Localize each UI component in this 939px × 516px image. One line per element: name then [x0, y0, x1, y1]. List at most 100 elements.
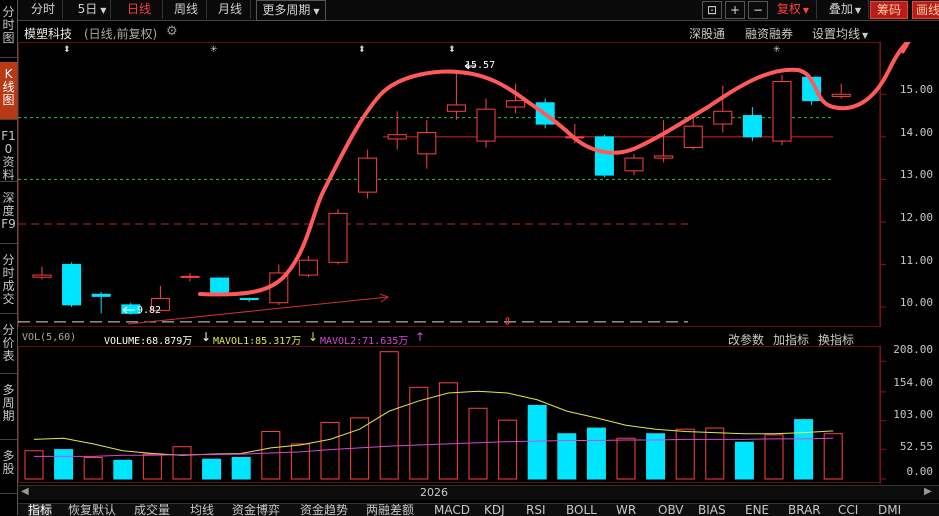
link-sgt[interactable]: 深股通 — [689, 25, 725, 42]
fuquan-dropdown[interactable]: 复权 ▼ — [770, 0, 817, 19]
set-ma-label: 设置均线 — [812, 27, 861, 41]
candle-body — [713, 110, 733, 125]
candlestick — [358, 149, 378, 199]
indicator-tab[interactable]: DMI — [878, 504, 901, 516]
period-button-5day[interactable]: 5日 ▼ — [74, 0, 111, 19]
fullscreen-icon[interactable]: ⊡ — [702, 1, 722, 19]
indicator-tab[interactable]: 资金趋势 — [300, 504, 348, 516]
x-axis-year: 2026 — [420, 486, 448, 499]
indicator-tab[interactable]: 均线 — [190, 504, 214, 516]
indicator-tab[interactable]: OBV — [658, 504, 684, 516]
price-panel-frame — [18, 42, 881, 327]
indicator-tab[interactable]: BIAS — [698, 504, 726, 516]
sidebar-tab[interactable]: 多股 — [0, 444, 17, 494]
indicator-tab[interactable]: CCI — [838, 504, 858, 516]
volume-bar — [290, 443, 310, 480]
indicator-tab[interactable]: MACD — [434, 504, 470, 516]
time-scrollbar[interactable]: ◀ 2026 ▶ — [18, 485, 939, 500]
arrow-down-icon: ↓ — [308, 330, 319, 344]
period-label: 5日 — [77, 2, 98, 16]
sidebar-tab[interactable]: 深度F9 — [0, 186, 17, 244]
volume-tick: 103.00 — [893, 408, 933, 421]
chevron-down-icon: ▼ — [862, 31, 869, 40]
period-button-fenshi[interactable]: 分时 — [24, 0, 63, 19]
price-tick: 13.00 — [899, 168, 933, 181]
candle-body — [446, 104, 466, 112]
draw-line-button[interactable]: 画线 — [912, 1, 939, 19]
settings-gear-icon[interactable]: ⚙ — [166, 24, 178, 39]
indicator-tab[interactable]: 指标 — [28, 504, 53, 516]
volume-tick: 52.55 — [899, 440, 933, 453]
candle-body — [624, 157, 644, 172]
volume-indicator-title: VOL(5,60) — [22, 332, 77, 343]
volume-bar — [54, 449, 74, 480]
volume-chart[interactable] — [18, 346, 939, 484]
zoom-out-icon[interactable]: − — [748, 1, 768, 19]
volume-bar — [646, 433, 666, 480]
candle-body — [180, 275, 200, 278]
period-button-weekly[interactable]: 周线 — [166, 0, 207, 19]
indicator-tab[interactable]: RSI — [526, 504, 546, 516]
indicator-tab[interactable]: BOLL — [566, 504, 597, 516]
more-periods-label: 更多周期 — [262, 3, 311, 17]
price-tick: 14.00 — [899, 126, 933, 139]
candlestick — [624, 153, 644, 176]
volume-header: VOL(5,60) VOLUME:68.879万 ↓ MAVOL1:85.317… — [18, 328, 880, 348]
low-price-label: 9.82 — [137, 305, 162, 316]
volume-bar — [705, 427, 725, 480]
candlestick — [417, 119, 437, 169]
link-set-ma[interactable]: 设置均线 ▼ — [812, 25, 868, 42]
link-rzrq[interactable]: 融资融券 — [745, 25, 793, 42]
event-marker-icon: ✳ — [210, 45, 218, 55]
volume-bar — [823, 433, 843, 480]
price-axis: 15.00 14.00 13.00 12.00 11.00 10.00 — [880, 42, 939, 327]
price-chart[interactable]: ⬍ ✳ ⬍ ⬍ ✳ ⇕ — [18, 42, 939, 327]
chevron-down-icon: ▼ — [100, 6, 107, 15]
sidebar-tab[interactable]: 分价表 — [0, 318, 17, 374]
diejia-dropdown[interactable]: 叠加 ▼ — [822, 0, 869, 19]
period-button-daily[interactable]: 日线 — [116, 0, 163, 19]
candle-body — [328, 212, 348, 263]
indicator-tab[interactable]: 两融差额 — [366, 504, 414, 516]
candle-body — [594, 136, 614, 176]
sidebar-tab[interactable]: 分时图 — [0, 0, 17, 58]
indicator-tab[interactable]: 资金博弈 — [232, 504, 280, 516]
period-button-monthly[interactable]: 月线 — [210, 0, 251, 19]
zoom-in-icon[interactable]: + — [725, 1, 745, 19]
candlestick — [831, 83, 851, 99]
candlestick — [654, 119, 674, 163]
candle-body — [506, 100, 526, 108]
diejia-label: 叠加 — [828, 2, 853, 16]
candlestick — [772, 75, 792, 146]
indicator-tab[interactable]: ENE — [745, 504, 769, 516]
indicator-tabs: 指标 恢复默认 成交量 均线 资金博弈 资金趋势 两融差额 MACD KDJ RSI BOLL WR O… — [18, 503, 939, 516]
volume-bar — [675, 428, 695, 480]
scroll-left-icon[interactable]: ◀ — [21, 486, 29, 497]
scroll-right-icon[interactable]: ▶ — [924, 486, 932, 497]
indicator-tab[interactable]: KDJ — [484, 504, 505, 516]
indicator-tab[interactable]: 恢复默认 — [68, 504, 116, 516]
candle-body — [476, 108, 496, 142]
candle-body — [32, 274, 52, 278]
chouma-button[interactable]: 筹码 — [870, 1, 908, 19]
volume-bar — [202, 458, 222, 480]
volume-axis: 208.00 154.00 103.00 52.55 0.00 — [880, 343, 939, 484]
more-periods-dropdown[interactable]: 更多周期 ▼ — [256, 0, 326, 21]
event-marker-icon: ✳ — [773, 45, 781, 55]
volume-bar — [527, 404, 547, 480]
indicator-tab[interactable]: 成交量 — [134, 504, 170, 516]
volume-bar — [586, 427, 606, 480]
candle-body — [742, 115, 762, 138]
candle-body — [683, 125, 703, 148]
sidebar-tab[interactable]: F10资料 — [0, 124, 17, 182]
volume-bar — [142, 453, 162, 480]
sidebar-tab[interactable]: 多周期 — [0, 378, 17, 440]
volume-value: VOLUME:68.879万 — [104, 336, 193, 347]
volume-bar — [231, 457, 251, 480]
sidebar-tab[interactable]: 分时成交 — [0, 248, 17, 314]
indicator-tab[interactable]: BRAR — [788, 504, 821, 516]
sidebar-tab[interactable]: K线图 — [0, 62, 17, 120]
candle-body — [358, 157, 378, 193]
indicator-tab[interactable]: WR — [616, 504, 636, 516]
price-tick: 11.00 — [899, 254, 933, 267]
